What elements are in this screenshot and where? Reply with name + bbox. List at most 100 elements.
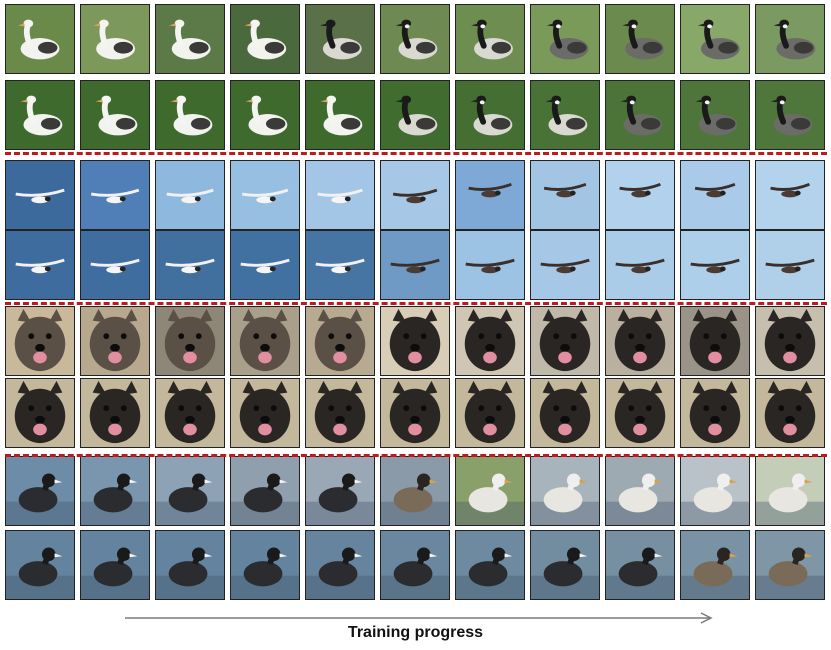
sample-image-tile	[380, 530, 450, 600]
sample-image-tile	[680, 378, 750, 448]
sample-image-tile	[305, 4, 375, 74]
sample-image-tile	[455, 4, 525, 74]
sample-image-tile	[680, 230, 750, 300]
sample-image-tile	[530, 306, 600, 376]
sample-image-tile	[380, 306, 450, 376]
image-row	[5, 378, 827, 448]
sample-image-tile	[5, 160, 75, 230]
sample-image-tile	[530, 530, 600, 600]
sample-image-tile	[755, 4, 825, 74]
sample-image-tile	[755, 160, 825, 230]
sample-image-tile	[455, 530, 525, 600]
sample-image-tile	[80, 378, 150, 448]
sample-image-tile	[5, 530, 75, 600]
sample-image-tile	[5, 378, 75, 448]
sample-image-tile	[755, 378, 825, 448]
sample-image-tile	[80, 230, 150, 300]
sample-image-tile	[305, 530, 375, 600]
sample-image-tile	[680, 456, 750, 526]
sample-image-tile	[755, 306, 825, 376]
group-divider	[5, 152, 827, 155]
sample-image-tile	[380, 230, 450, 300]
sample-image-tile	[5, 456, 75, 526]
sample-image-tile	[230, 456, 300, 526]
sample-image-tile	[455, 378, 525, 448]
sample-image-tile	[5, 230, 75, 300]
sample-image-tile	[455, 456, 525, 526]
sample-image-tile	[305, 456, 375, 526]
axis-caption: Training progress	[347, 624, 484, 641]
sample-image-tile	[80, 160, 150, 230]
sample-image-tile	[230, 230, 300, 300]
sample-image-tile	[380, 4, 450, 74]
sample-image-tile	[755, 456, 825, 526]
image-row	[5, 230, 827, 300]
sample-image-tile	[155, 378, 225, 448]
sample-image-tile	[305, 160, 375, 230]
sample-image-tile	[455, 306, 525, 376]
image-row	[5, 456, 827, 526]
sample-image-tile	[455, 230, 525, 300]
sample-image-tile	[155, 80, 225, 150]
sample-image-tile	[230, 530, 300, 600]
sample-image-tile	[155, 230, 225, 300]
sample-image-tile	[305, 306, 375, 376]
sample-image-tile	[680, 80, 750, 150]
sample-image-tile	[230, 4, 300, 74]
sample-image-tile	[230, 160, 300, 230]
sample-image-tile	[680, 4, 750, 74]
sample-image-tile	[305, 378, 375, 448]
sample-image-tile	[530, 4, 600, 74]
sample-image-tile	[230, 80, 300, 150]
sample-image-tile	[155, 530, 225, 600]
image-row	[5, 80, 827, 150]
sample-image-tile	[155, 160, 225, 230]
sample-image-tile	[380, 80, 450, 150]
image-row	[5, 306, 827, 376]
sample-image-tile	[380, 160, 450, 230]
sample-image-tile	[680, 530, 750, 600]
sample-image-tile	[530, 456, 600, 526]
sample-image-tile	[605, 456, 675, 526]
sample-image-tile	[680, 306, 750, 376]
sample-image-tile	[230, 306, 300, 376]
sample-image-tile	[380, 378, 450, 448]
sample-image-tile	[605, 160, 675, 230]
sample-image-tile	[530, 80, 600, 150]
sample-image-tile	[755, 230, 825, 300]
sample-image-tile	[305, 80, 375, 150]
sample-image-tile	[605, 378, 675, 448]
sample-image-tile	[455, 80, 525, 150]
image-row	[5, 4, 827, 74]
image-row	[5, 160, 827, 230]
sample-image-tile	[80, 306, 150, 376]
sample-image-tile	[305, 230, 375, 300]
sample-image-tile	[455, 160, 525, 230]
sample-image-tile	[80, 4, 150, 74]
sample-image-tile	[155, 456, 225, 526]
sample-image-tile	[380, 456, 450, 526]
sample-image-tile	[155, 4, 225, 74]
sample-image-tile	[230, 378, 300, 448]
group-divider	[5, 302, 827, 305]
progress-arrow	[125, 612, 713, 624]
sample-image-tile	[80, 530, 150, 600]
group-divider	[5, 454, 827, 457]
sample-image-tile	[605, 530, 675, 600]
sample-image-tile	[5, 4, 75, 74]
image-grid	[5, 4, 827, 602]
sample-image-tile	[605, 4, 675, 74]
sample-image-tile	[755, 530, 825, 600]
sample-image-tile	[5, 306, 75, 376]
sample-image-tile	[530, 230, 600, 300]
sample-image-tile	[605, 80, 675, 150]
sample-image-tile	[530, 378, 600, 448]
sample-image-tile	[755, 80, 825, 150]
sample-image-tile	[80, 456, 150, 526]
sample-image-tile	[80, 80, 150, 150]
sample-image-tile	[5, 80, 75, 150]
image-row	[5, 530, 827, 600]
sample-image-tile	[530, 160, 600, 230]
sample-image-tile	[155, 306, 225, 376]
sample-image-tile	[680, 160, 750, 230]
